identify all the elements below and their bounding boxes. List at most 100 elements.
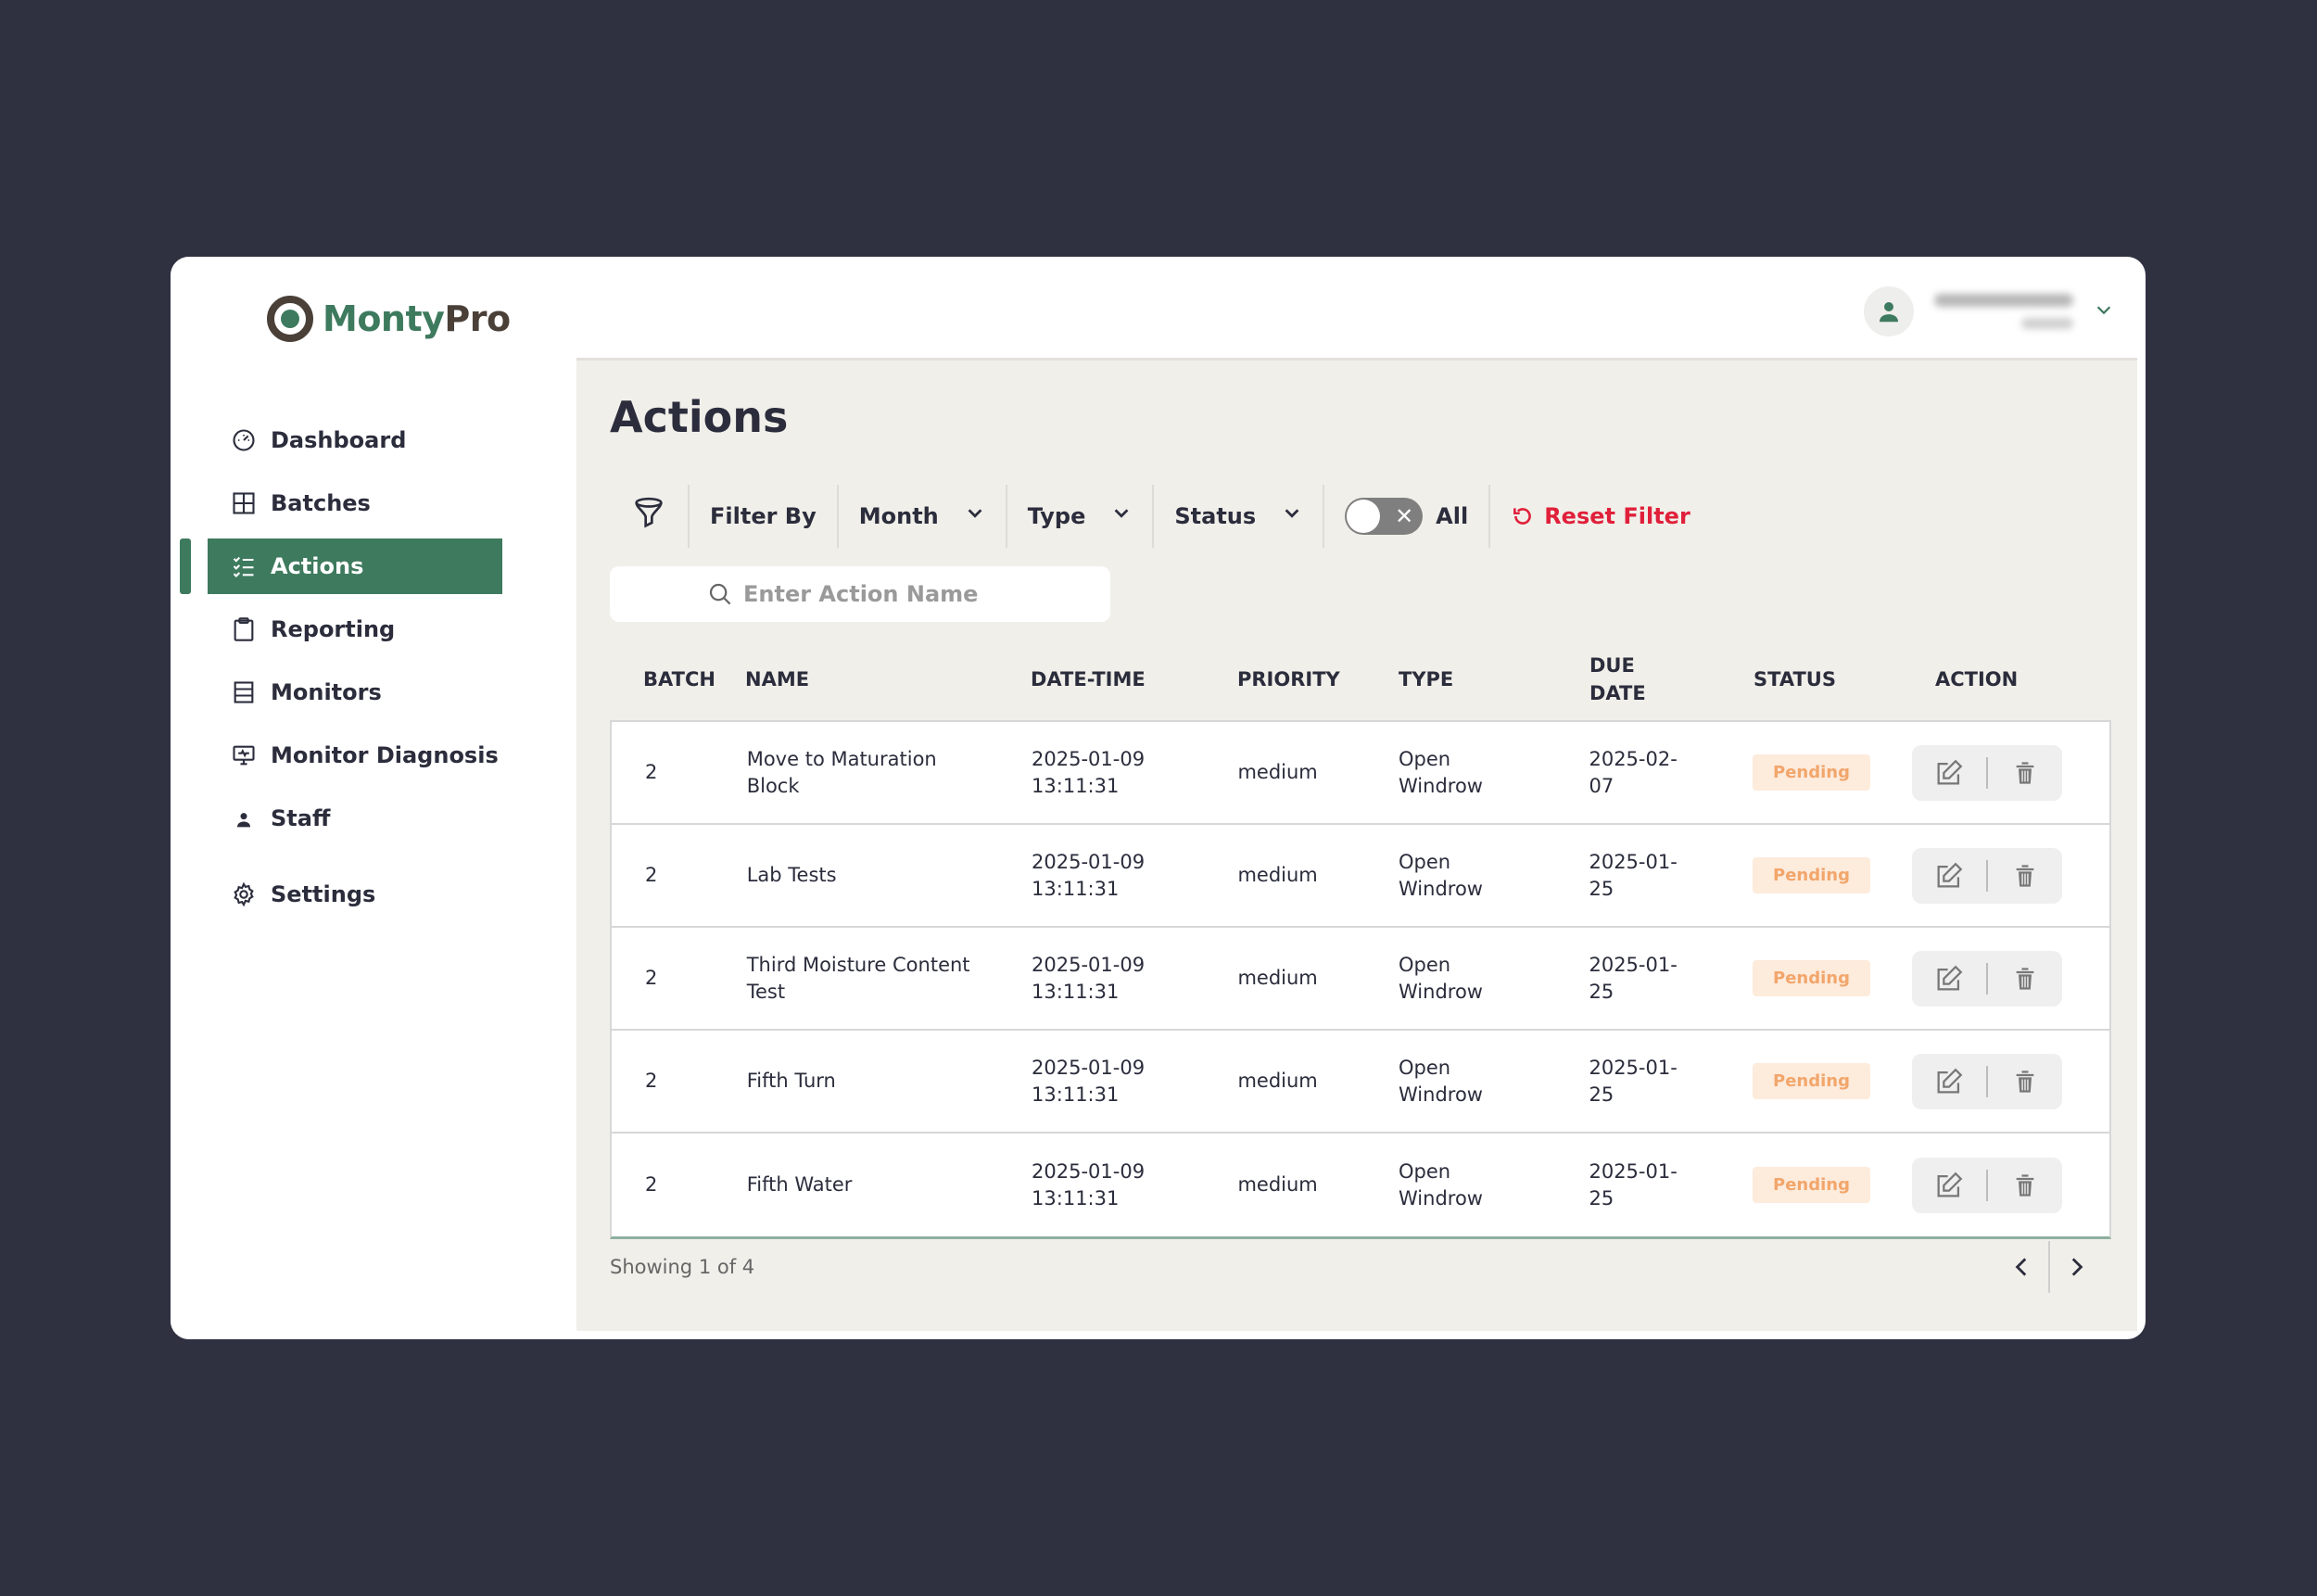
sidebar-item-monitor-diagnosis[interactable]: Monitor Diagnosis: [208, 728, 502, 783]
edit-button[interactable]: [1912, 848, 1986, 904]
cell-status: Pending: [1753, 960, 1934, 996]
sidebar-item-settings[interactable]: Settings: [208, 867, 502, 922]
cell-action: [1911, 1157, 2110, 1213]
cell-name: Move to Maturation Block: [746, 747, 937, 797]
brand-name-part2: Pro: [444, 298, 511, 339]
cell-type-line1: Open: [1399, 953, 1451, 976]
cell-batch: 2: [645, 761, 658, 783]
col-header-due-line2: DATE: [1589, 682, 1646, 704]
cell-time: 13:11:31: [1032, 877, 1120, 900]
row-actions: [1911, 847, 2062, 904]
cell-type-line1: Open: [1399, 850, 1451, 873]
cell-time: 13:11:31: [1032, 774, 1120, 797]
cell-type-line2: Windrow: [1399, 1083, 1483, 1106]
cell-type-line1: Open: [1399, 1159, 1451, 1183]
brand-logo[interactable]: MontyPro: [267, 296, 511, 342]
col-header-batch[interactable]: BATCH: [610, 668, 745, 690]
table-row[interactable]: 2 Third Moisture Content Test 2025-01-09…: [612, 928, 2109, 1031]
cell-priority: medium: [1237, 864, 1318, 886]
delete-button[interactable]: [1988, 848, 2062, 904]
col-header-type[interactable]: TYPE: [1399, 668, 1589, 690]
sidebar: MontyPro Dashboard Batches Actions Repor…: [171, 257, 576, 1339]
cell-due-line2: 25: [1589, 1083, 1614, 1106]
status-badge: Pending: [1753, 1063, 1870, 1099]
cell-action: [1911, 950, 2110, 1007]
type-dropdown-label: Type: [1027, 503, 1086, 529]
cell-due-line1: 2025-01-: [1589, 1056, 1678, 1079]
status-badge: Pending: [1753, 754, 1870, 791]
gear-icon: [230, 880, 258, 908]
table-row[interactable]: 2 Fifth Turn 2025-01-09 13:11:31 medium O…: [612, 1031, 2109, 1134]
status-dropdown[interactable]: Status: [1154, 485, 1325, 548]
col-header-datetime[interactable]: DATE-TIME: [1031, 668, 1237, 690]
table-row[interactable]: 2 Move to Maturation Block 2025-01-09 13:…: [612, 722, 2109, 825]
edit-button[interactable]: [1912, 1158, 1986, 1213]
table-row[interactable]: 2 Lab Tests 2025-01-09 13:11:31 medium Op…: [612, 825, 2109, 928]
all-toggle[interactable]: ✕: [1345, 498, 1424, 535]
col-header-due-date[interactable]: DUE DATE: [1589, 652, 1754, 707]
page-title: Actions: [610, 392, 789, 442]
cell-batch: 2: [645, 864, 658, 886]
month-dropdown[interactable]: Month: [839, 485, 1007, 548]
sidebar-item-label: Dashboard: [271, 427, 407, 453]
edit-button[interactable]: [1912, 1054, 1986, 1109]
sidebar-item-label: Settings: [271, 881, 376, 907]
status-dropdown-label: Status: [1174, 503, 1257, 529]
edit-icon: [1937, 862, 1962, 887]
col-header-priority[interactable]: PRIORITY: [1237, 668, 1399, 690]
toggle-label: All: [1436, 503, 1469, 529]
cell-time: 13:11:31: [1032, 1083, 1120, 1106]
sidebar-item-reporting[interactable]: Reporting: [208, 602, 502, 657]
toggle-knob: [1347, 500, 1381, 533]
trash-icon: [2016, 967, 2033, 990]
edit-button[interactable]: [1912, 745, 1986, 801]
table-header: BATCH NAME DATE-TIME PRIORITY TYPE DUE D…: [610, 639, 2111, 720]
filter-by-label: Filter By: [690, 485, 839, 548]
delete-button[interactable]: [1988, 951, 2062, 1007]
sidebar-item-label: Reporting: [271, 616, 396, 642]
sidebar-item-staff[interactable]: Staff: [208, 791, 502, 846]
edit-icon: [1937, 1172, 1962, 1197]
user-menu[interactable]: [1864, 286, 2114, 336]
prev-page-button[interactable]: [1996, 1241, 2048, 1293]
delete-button[interactable]: [1988, 1054, 2062, 1109]
trash-icon: [2016, 1070, 2033, 1093]
reset-filter-label: Reset Filter: [1544, 503, 1690, 529]
brand-name-part1: Monty: [323, 298, 445, 339]
sidebar-item-actions[interactable]: Actions: [180, 538, 502, 594]
funnel-icon: [630, 495, 667, 538]
type-dropdown[interactable]: Type: [1007, 485, 1155, 548]
delete-button[interactable]: [1988, 1158, 2062, 1213]
reset-filter-button[interactable]: Reset Filter: [1490, 485, 1711, 548]
cell-due-date: 2025-01- 25: [1589, 849, 1753, 903]
chevron-down-icon: [1282, 503, 1302, 529]
sidebar-item-label: Actions: [271, 553, 364, 579]
chevron-left-icon: [2015, 1258, 2027, 1276]
cell-type: Open Windrow: [1399, 849, 1589, 903]
edit-icon: [1937, 1068, 1962, 1093]
next-page-button[interactable]: [2050, 1241, 2102, 1293]
table-row[interactable]: 2 Fifth Water 2025-01-09 13:11:31 medium …: [612, 1134, 2109, 1236]
chevron-down-icon: [965, 503, 985, 529]
col-header-name[interactable]: NAME: [745, 668, 1031, 690]
cell-action: [1911, 744, 2110, 801]
cell-priority: medium: [1237, 1070, 1318, 1092]
row-actions: [1911, 1157, 2062, 1213]
sidebar-item-monitors[interactable]: Monitors: [208, 665, 502, 720]
col-header-status[interactable]: STATUS: [1754, 668, 1935, 690]
gauge-icon: [230, 426, 258, 454]
cell-status: Pending: [1753, 1063, 1934, 1099]
filter-icon-cell[interactable]: [610, 485, 690, 548]
sidebar-item-dashboard[interactable]: Dashboard: [208, 412, 502, 468]
edit-button[interactable]: [1912, 951, 1986, 1007]
search-input[interactable]: Enter Action Name: [610, 566, 1110, 622]
cell-type-line2: Windrow: [1399, 980, 1483, 1003]
month-dropdown-label: Month: [858, 503, 939, 529]
cell-time: 13:11:31: [1032, 980, 1120, 1003]
cell-date: 2025-01-09: [1032, 850, 1146, 873]
cell-due-line2: 25: [1589, 980, 1614, 1003]
delete-button[interactable]: [1988, 745, 2062, 801]
trash-icon: [2016, 864, 2033, 887]
chevron-down-icon[interactable]: [2094, 299, 2114, 323]
sidebar-item-batches[interactable]: Batches: [208, 475, 502, 531]
